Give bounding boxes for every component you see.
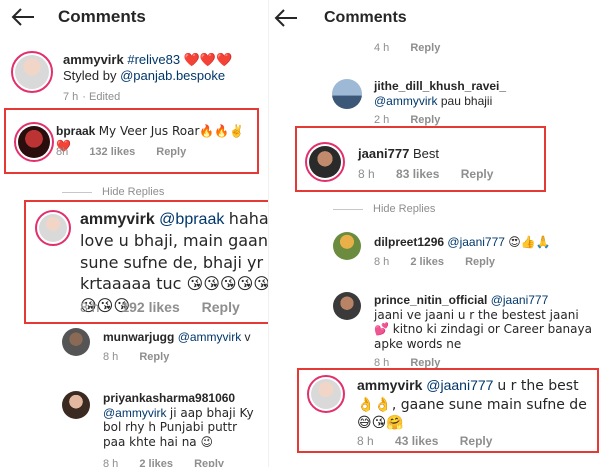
avatar[interactable] [305,142,345,182]
edited-label: · Edited [82,91,121,103]
reply-button[interactable]: Reply [410,42,440,54]
comment-text: pau bhajii [440,93,493,108]
timestamp: 8 h [374,357,390,369]
avatar[interactable] [11,51,53,93]
hide-replies-label: Hide Replies [102,186,165,198]
comment-meta: 4 h Reply [374,42,458,54]
username[interactable]: priyankasharma981060 [103,391,235,405]
username[interactable]: ammyvirk [80,211,155,228]
mention-link[interactable]: @ammyvirk [374,94,438,108]
comment-meta: 8 h 2 likes Reply [374,256,513,268]
right-comments-panel: Comments 4 h Reply jithe_dill_khush_rave… [268,0,600,467]
comment-meta: 8 h 43 likes Reply [357,434,510,448]
timestamp: 8 h [80,299,100,315]
left-comments-panel: Comments ammyvirk #relive83 ❤️❤️❤️ Style… [0,0,268,467]
likes-count[interactable]: 132 likes [89,146,135,158]
page-title: Comments [324,9,407,26]
mention-link[interactable]: @ammyvirk [178,330,242,344]
arrow-left-icon[interactable] [10,6,36,28]
mention-link[interactable]: @jaani777 [447,235,505,249]
comment-meta: 2 h Reply [374,114,458,126]
reply-button[interactable]: Reply [202,299,240,315]
mention-link[interactable]: @jaani777 [491,293,549,307]
comment-text: jaani ve jaani u r the bestest jaani 💕 k… [374,307,592,351]
comment-meta: 8 h 2 likes Reply [103,458,242,467]
reply-button[interactable]: Reply [410,357,440,369]
reply-button[interactable]: Reply [460,434,493,448]
comments-header: Comments [269,0,600,36]
timestamp: 2 h [374,114,390,126]
arrow-left-icon[interactable] [273,7,299,29]
comment-text: Best [412,146,439,161]
timestamp: 8 h [103,351,119,363]
username[interactable]: ammyvirk [63,52,124,67]
comment-meta: 8h 132 likes Reply [56,146,204,158]
timestamp: 8 h [358,167,375,181]
comment-text: v [244,330,251,344]
avatar[interactable] [14,122,54,162]
timestamp: 8 h [374,256,390,268]
page-title: Comments [58,7,146,26]
username[interactable]: ammyvirk [357,377,422,393]
username[interactable]: jithe_dill_khush_ravei_ [374,79,506,93]
comment-meta: 7 h · Edited [63,91,138,103]
comment-text: 😍👍🙏 [508,235,551,249]
reply-button[interactable]: Reply [139,351,169,363]
avatar[interactable] [333,232,361,260]
reply-button[interactable]: Reply [461,167,494,181]
likes-count[interactable]: 83 likes [396,167,439,181]
avatar[interactable] [332,79,362,109]
comment-meta: 8 h Reply [374,357,458,369]
avatar[interactable] [62,391,90,419]
hide-replies-button[interactable]: Hide Replies [62,186,164,198]
reply-button[interactable]: Reply [410,114,440,126]
likes-count[interactable]: 43 likes [395,434,438,448]
reply-button[interactable]: Reply [194,458,224,467]
comments-header: Comments [0,0,268,36]
avatar[interactable] [307,375,345,413]
timestamp: 8h [56,146,69,158]
likes-count[interactable]: 2 likes [410,256,444,268]
username[interactable]: bpraak [56,124,95,138]
timestamp: 7 h [63,91,79,103]
username[interactable]: munwarjugg [103,330,174,344]
timestamp: 8 h [103,458,119,467]
username[interactable]: prince_nitin_official [374,293,487,307]
avatar[interactable] [62,328,90,356]
hide-replies-button[interactable]: Hide Replies [333,203,435,215]
username[interactable]: dilpreet1296 [374,235,444,249]
mention-link[interactable]: @jaani777 [426,377,493,393]
reply-button[interactable]: Reply [156,146,186,158]
comment-meta: 8 h 83 likes Reply [358,167,511,181]
avatar[interactable] [333,292,361,320]
hide-replies-label: Hide Replies [373,203,436,215]
reply-button[interactable]: Reply [465,256,495,268]
likes-count[interactable]: 192 likes [121,299,179,315]
mention-link[interactable]: @panjab.bespoke [120,68,225,83]
timestamp: 8 h [357,434,374,448]
avatar[interactable] [35,210,71,246]
timestamp: 4 h [374,42,390,54]
mention-link[interactable]: @ammyvirk [103,406,167,420]
username[interactable]: jaani777 [358,146,409,161]
comment-meta: 8 h Reply [103,351,187,363]
comment-meta: 8 h 192 likes Reply [80,299,258,315]
likes-count[interactable]: 2 likes [139,458,173,467]
mention-link[interactable]: @bpraak [159,211,224,228]
comment-text: Styled by [63,67,121,83]
comment-text: #relive83 ❤️❤️❤️ [127,52,233,67]
